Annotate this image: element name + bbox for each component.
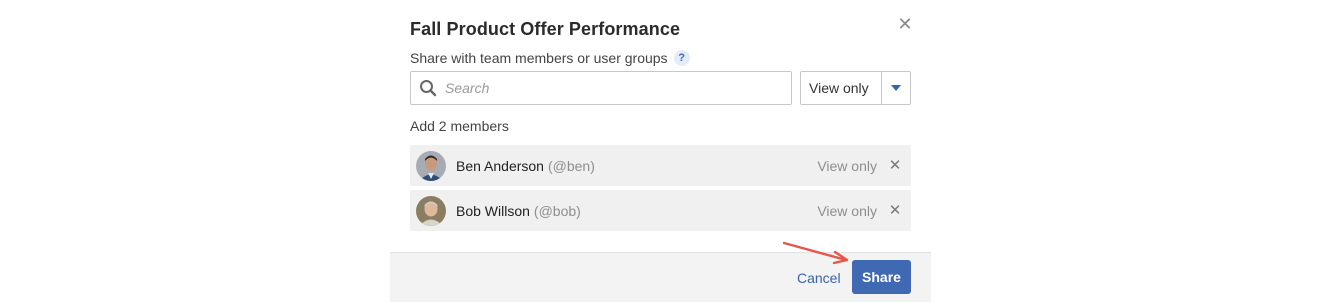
member-name: Ben Anderson	[456, 157, 544, 174]
member-name: Bob Willson	[456, 202, 530, 219]
search-box[interactable]	[410, 71, 792, 105]
member-permission[interactable]: View only	[817, 203, 877, 219]
share-subtitle: Share with team members or user groups ?	[410, 50, 690, 66]
help-icon[interactable]: ?	[673, 50, 690, 66]
search-input[interactable]	[445, 73, 791, 103]
remove-member-icon[interactable]: ✕	[887, 202, 903, 219]
permission-select[interactable]: View only	[800, 71, 911, 105]
avatar	[416, 195, 446, 226]
subtitle-text: Share with team members or user groups	[410, 50, 668, 66]
member-permission[interactable]: View only	[817, 158, 877, 174]
avatar	[416, 150, 446, 181]
permission-select-value: View only	[809, 80, 869, 96]
remove-member-icon[interactable]: ✕	[887, 157, 903, 174]
search-icon	[411, 72, 445, 104]
cancel-button[interactable]: Cancel	[797, 270, 841, 286]
add-members-count: Add 2 members	[410, 118, 509, 134]
chevron-down-icon[interactable]	[881, 72, 910, 104]
close-icon[interactable]: ✕	[897, 14, 913, 34]
member-handle: (@bob)	[533, 202, 581, 219]
member-row: Bob Willson (@bob) View only ✕	[410, 190, 911, 231]
annotation-arrow-icon	[782, 241, 849, 265]
member-handle: (@ben)	[547, 157, 595, 174]
share-button[interactable]: Share	[852, 260, 911, 294]
dialog-title: Fall Product Offer Performance	[410, 19, 681, 39]
member-row: Ben Anderson (@ben) View only ✕	[410, 145, 911, 186]
